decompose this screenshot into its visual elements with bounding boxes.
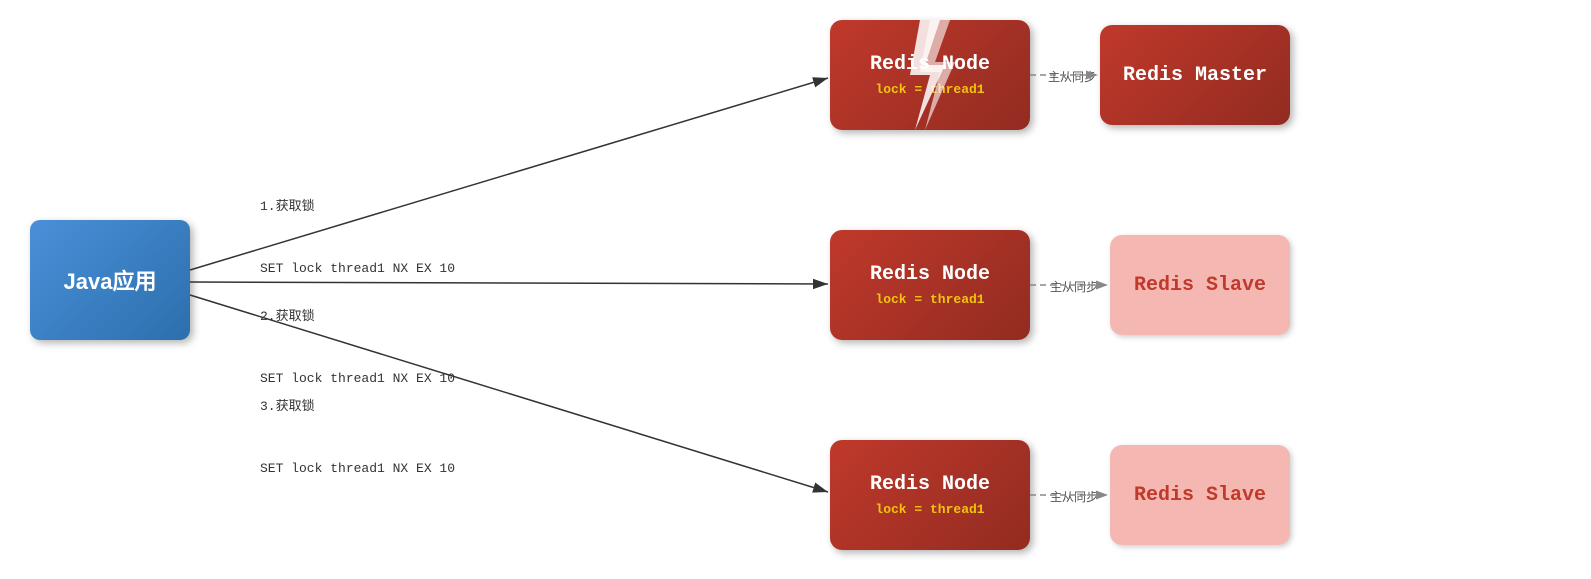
label2-line1: 2.获取锁 [260, 307, 455, 328]
redis-slave-1-label: Redis Slave [1134, 274, 1266, 297]
redis-node-1: Redis Node lock = thread1 [830, 20, 1030, 130]
java-app-box: Java应用 [30, 220, 190, 340]
redis-node-3-lock: lock = thread1 [875, 502, 984, 517]
redis-node-1-lock: lock = thread1 [875, 82, 984, 97]
java-app-label: Java应用 [64, 264, 157, 296]
redis-master-box: Redis Master [1100, 25, 1290, 125]
label3-line1: 3.获取锁 [260, 397, 455, 418]
redis-node-2: Redis Node lock = thread1 [830, 230, 1030, 340]
redis-node-2-title: Redis Node [870, 263, 990, 286]
redis-master-label: Redis Master [1123, 64, 1267, 87]
label3-line2: SET lock thread1 NX EX 10 [260, 459, 455, 480]
redis-node-3: Redis Node lock = thread1 [830, 440, 1030, 550]
sync-label-2: 主从同步 [1050, 278, 1098, 295]
redis-slave-2: Redis Slave [1110, 445, 1290, 545]
label1-line1: 1.获取锁 [260, 197, 455, 218]
arrows-svg [0, 0, 1591, 579]
redis-node-2-lock: lock = thread1 [875, 292, 984, 307]
redis-node-1-title: Redis Node [870, 53, 990, 76]
sync-label-3: 主从同步 [1050, 488, 1098, 505]
redis-slave-2-label: Redis Slave [1134, 484, 1266, 507]
sync-label-1: 主从同步 [1048, 68, 1096, 85]
redis-slave-1: Redis Slave [1110, 235, 1290, 335]
arrow-label-3: 3.获取锁 SET lock thread1 NX EX 10 [260, 355, 455, 521]
redis-node-3-title: Redis Node [870, 473, 990, 496]
main-canvas: Java应用 Redis Node lock = thread1 Redis N… [0, 0, 1591, 579]
